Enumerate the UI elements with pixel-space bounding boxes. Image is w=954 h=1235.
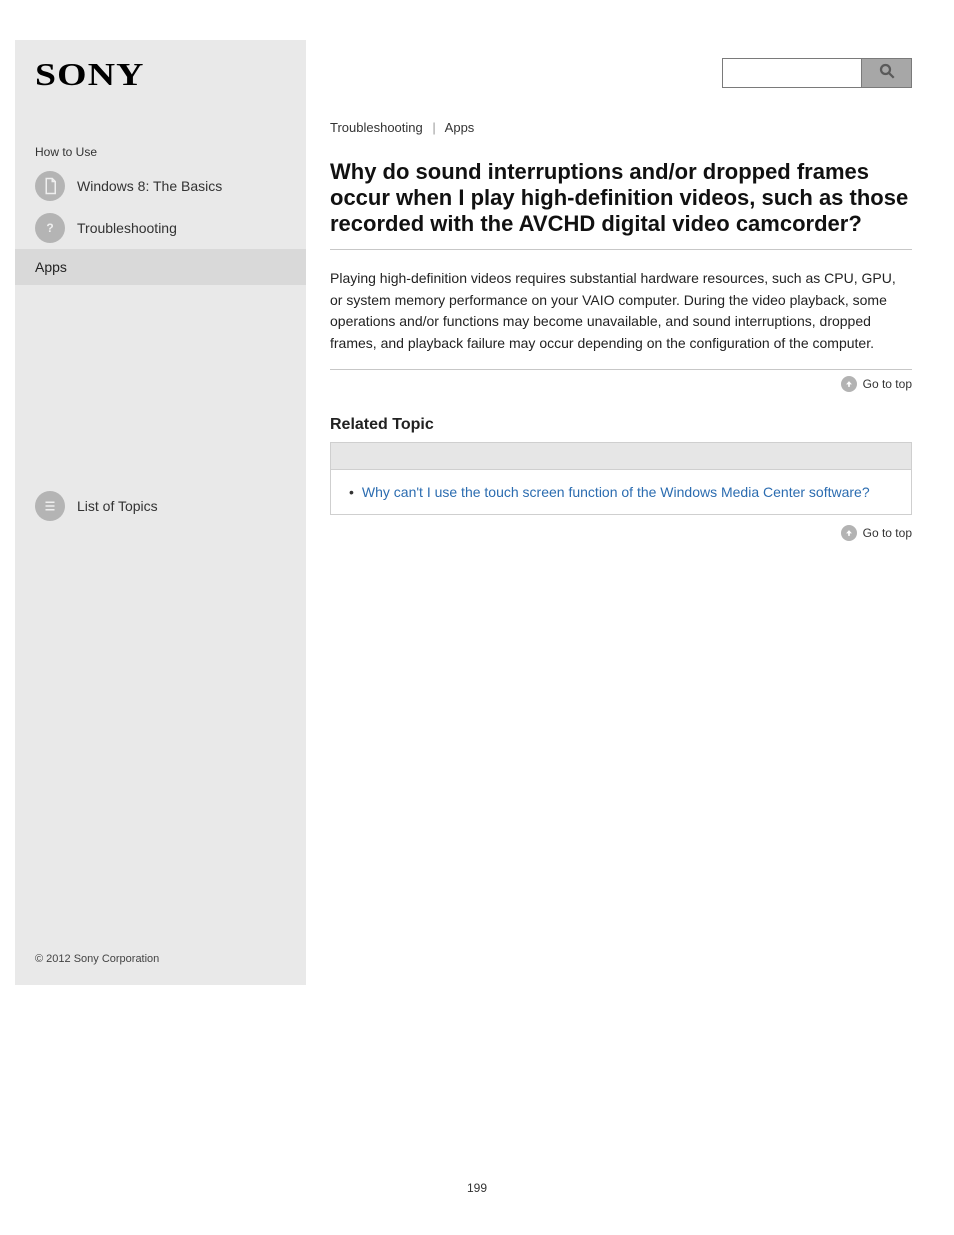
sidebar-item-label: List of Topics [77, 498, 158, 514]
question-icon: ? [35, 213, 65, 243]
sidebar-item-label: Troubleshooting [77, 220, 177, 236]
breadcrumb-part[interactable]: Troubleshooting [330, 120, 423, 135]
page-title: Why do sound interruptions and/or droppe… [330, 159, 912, 250]
breadcrumb-part[interactable]: Apps [445, 120, 475, 135]
related-heading: Related Topic [330, 416, 912, 434]
sidebar-copyright: © 2012 Sony Corporation [35, 953, 286, 965]
main-content: Troubleshooting | Apps Why do sound inte… [330, 120, 912, 541]
svg-text:?: ? [46, 221, 53, 235]
article-body: Playing high-definition videos requires … [330, 268, 912, 361]
to-top[interactable]: Go to top [330, 376, 912, 392]
search-input[interactable] [722, 58, 862, 88]
arrow-up-icon [841, 525, 857, 541]
related-item-label: Why can't I use the touch screen functio… [362, 484, 870, 500]
to-top-label: Go to top [863, 526, 912, 540]
related-bar [331, 443, 911, 470]
arrow-up-icon [841, 376, 857, 392]
list-icon [35, 491, 65, 521]
divider [330, 369, 912, 370]
sidebar-item-toc[interactable]: List of Topics [35, 485, 286, 527]
document-icon [35, 171, 65, 201]
to-top-label: Go to top [863, 377, 912, 391]
sidebar-item-label: Windows 8: The Basics [77, 178, 222, 194]
breadcrumb-separator: | [432, 120, 435, 135]
search [722, 58, 912, 88]
breadcrumb: Troubleshooting | Apps [330, 120, 912, 135]
sidebar-toc: List of Topics [35, 485, 286, 527]
related-item[interactable]: Why can't I use the touch screen functio… [349, 484, 893, 500]
sidebar-active-item[interactable]: Apps [15, 249, 306, 285]
sidebar: SONY How to Use Windows 8: The Basics ? … [15, 40, 306, 985]
sidebar-item-troubleshooting[interactable]: ? Troubleshooting [35, 207, 286, 249]
search-icon [878, 62, 896, 85]
related-list: Why can't I use the touch screen functio… [331, 470, 911, 514]
related-box: Why can't I use the touch screen functio… [330, 442, 912, 515]
brand-logo: SONY [35, 56, 331, 93]
sidebar-item-basics[interactable]: Windows 8: The Basics [35, 165, 286, 207]
sidebar-section-how-to-use: How to Use Windows 8: The Basics ? Troub… [35, 145, 286, 285]
to-top[interactable]: Go to top [330, 525, 912, 541]
page-number: 199 [0, 1181, 954, 1195]
sidebar-section-title: How to Use [35, 145, 286, 159]
search-button[interactable] [862, 58, 912, 88]
